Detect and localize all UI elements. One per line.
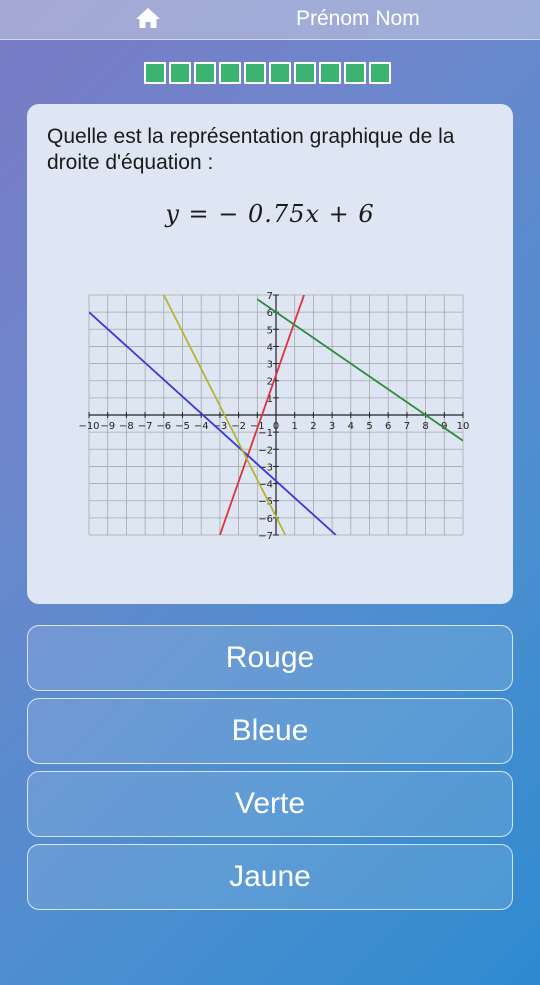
x-tick-label: 4 xyxy=(348,421,354,432)
answer-label: Verte xyxy=(234,787,306,820)
x-tick-label: 8 xyxy=(422,421,428,432)
x-tick-label: −5 xyxy=(175,421,190,432)
x-tick-label: 6 xyxy=(385,421,391,432)
question-text: Quelle est la représentation graphique d… xyxy=(47,125,455,174)
progress-segment xyxy=(169,62,191,84)
user-name: Prénom Nom xyxy=(296,7,420,30)
question-card: Quelle est la représentation graphique d… xyxy=(27,104,513,604)
x-tick-label: −10 xyxy=(78,421,99,432)
x-tick-label: 3 xyxy=(329,421,335,432)
answer-label: Bleue xyxy=(231,714,309,747)
answer-label: Jaune xyxy=(229,860,311,893)
progress-segment xyxy=(369,62,391,84)
answer-button-blue[interactable]: Bleue xyxy=(27,698,513,764)
answers-list: Rouge Bleue Verte Jaune xyxy=(27,625,513,917)
y-tick-label: 5 xyxy=(267,325,273,336)
x-tick-label: 7 xyxy=(404,421,410,432)
y-tick-label: 3 xyxy=(267,360,273,371)
answer-button-green[interactable]: Verte xyxy=(27,771,513,837)
y-tick-label: 7 xyxy=(267,291,273,302)
progress-segment xyxy=(194,62,216,84)
home-button[interactable] xyxy=(134,5,162,31)
y-tick-label: 4 xyxy=(267,342,273,353)
x-tick-label: 5 xyxy=(366,421,372,432)
y-tick-label: −6 xyxy=(258,514,273,525)
progress-segment xyxy=(294,62,316,84)
x-tick-label: 10 xyxy=(457,421,470,432)
x-tick-label: −7 xyxy=(138,421,153,432)
y-tick-label: −1 xyxy=(258,428,273,439)
progress-segment xyxy=(219,62,241,84)
answer-button-yellow[interactable]: Jaune xyxy=(27,844,513,910)
progress-segment xyxy=(144,62,166,84)
answer-button-red[interactable]: Rouge xyxy=(27,625,513,691)
y-tick-label: −2 xyxy=(258,445,273,456)
x-tick-label: −4 xyxy=(194,421,209,432)
x-tick-label: −8 xyxy=(119,421,134,432)
x-tick-label: 1 xyxy=(292,421,298,432)
answer-label: Rouge xyxy=(225,641,315,674)
x-tick-label: 2 xyxy=(310,421,316,432)
progress-segment xyxy=(319,62,341,84)
x-tick-label: −6 xyxy=(156,421,171,432)
progress-segment xyxy=(269,62,291,84)
line-graph: −10 −9 −8 −7 −6 −5 −4 −3 −2 −1 0 1 2 3 4 5 6 7 8 9 10−7−6−5−… xyxy=(78,291,470,542)
home-icon xyxy=(136,8,160,28)
progress-segment xyxy=(244,62,266,84)
equation: y = − 0.75x + 6 xyxy=(165,200,375,228)
progress-segment xyxy=(344,62,366,84)
progress-bar xyxy=(144,62,391,84)
series-line xyxy=(256,298,463,442)
x-tick-label: −9 xyxy=(100,421,115,432)
top-bar: Prénom Nom xyxy=(0,0,540,40)
y-tick-label: −7 xyxy=(258,531,273,542)
x-tick-label: −2 xyxy=(231,421,246,432)
x-tick-label: 0 xyxy=(273,421,279,432)
